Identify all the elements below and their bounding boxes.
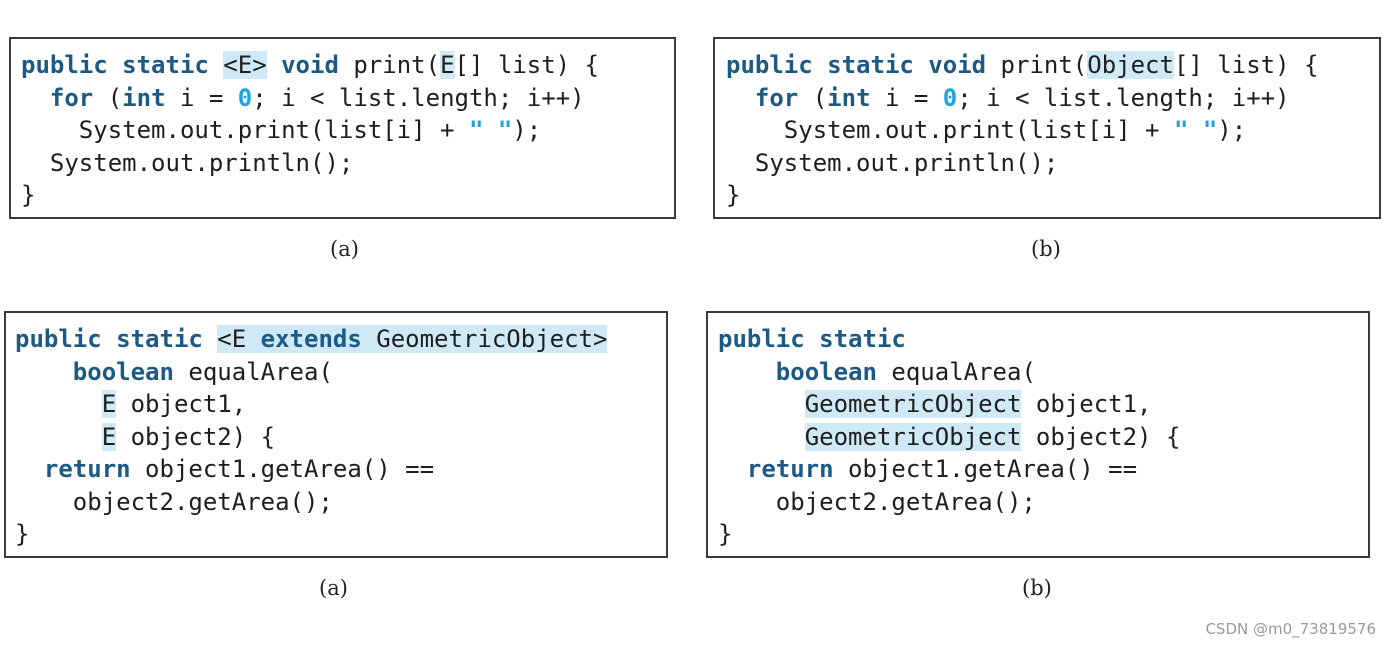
code-token: i = — [870, 83, 943, 112]
code-token: object2) { — [116, 422, 276, 451]
code-token: " " — [1173, 116, 1218, 144]
code-line: public static — [718, 323, 1368, 356]
code-highlight: GeometricObject — [804, 422, 1022, 451]
code-token: print( — [338, 51, 441, 79]
code-line: boolean equalArea( — [15, 356, 666, 389]
code-line: System.out.print(list[i] + " "); — [21, 114, 674, 147]
code-highlight: <E — [217, 325, 261, 353]
caption-top-a: (a) — [330, 237, 359, 261]
caption-bottom-a: (a) — [319, 576, 348, 600]
code-token: object1.getArea() == — [130, 455, 435, 483]
code-line: } — [726, 179, 1379, 212]
code-line: System.out.println(); — [21, 147, 674, 180]
code-token: 0 — [942, 83, 958, 112]
code-token: int — [122, 83, 166, 112]
code-highlight: E — [101, 422, 117, 451]
code-line: E object2) { — [15, 421, 666, 454]
code-token: equalArea( — [173, 357, 333, 386]
code-token: equalArea( — [876, 357, 1036, 386]
code-line: } — [718, 518, 1368, 551]
code-line: GeometricObject object2) { — [718, 421, 1368, 454]
code-token: " " — [468, 116, 513, 144]
code-token: object1.getArea() == — [833, 455, 1138, 483]
code-token: return — [43, 455, 131, 483]
code-token: object1, — [116, 390, 247, 418]
code-highlight: GeometricObject — [804, 390, 1022, 418]
code-token: } — [718, 520, 733, 548]
code-token: object2) { — [1021, 422, 1181, 451]
code-line: System.out.println(); — [726, 147, 1379, 180]
caption-top-b: (b) — [1031, 237, 1061, 261]
code-panel-top-b: public static void print(Object[] list) … — [713, 37, 1381, 219]
code-line: object2.getArea(); — [718, 486, 1368, 519]
code-line: public static <E extends GeometricObject… — [15, 323, 666, 356]
code-token: } — [726, 181, 741, 209]
code-line: } — [21, 179, 674, 212]
code-line: for (int i = 0; i < list.length; i++) — [21, 82, 674, 115]
code-token: System.out.println(); — [49, 148, 354, 177]
code-token: return — [746, 455, 834, 483]
code-token: ; i < list.length; i++) — [252, 83, 585, 112]
code-line: boolean equalArea( — [718, 356, 1368, 389]
code-token: public static — [718, 325, 906, 353]
code-line: return object1.getArea() == — [15, 453, 666, 486]
code-line: GeometricObject object1, — [718, 388, 1368, 421]
code-token: ( — [93, 83, 123, 112]
code-token: public static — [21, 51, 224, 79]
code-token: int — [827, 83, 871, 112]
code-token: System.out.print(list[i] + — [78, 116, 469, 144]
code-highlight: E — [440, 51, 455, 79]
code-highlight: GeometricObject> — [361, 325, 608, 353]
caption-bottom-b: (b) — [1022, 576, 1052, 600]
code-token: boolean — [72, 357, 174, 386]
watermark: CSDN @m0_73819576 — [1205, 620, 1376, 638]
code-token: 0 — [237, 83, 253, 112]
code-token: object1, — [1021, 390, 1152, 418]
code-highlight: <E> — [223, 51, 267, 79]
code-panel-top-a: public static <E> void print(E[] list) {… — [9, 37, 676, 219]
code-block: public static <E extends GeometricObject… — [6, 313, 666, 551]
code-block: public static void print(Object[] list) … — [715, 39, 1379, 212]
code-token: } — [15, 520, 30, 548]
code-token: [] list) { — [454, 51, 600, 79]
code-token: i = — [165, 83, 238, 112]
code-token: public static void — [726, 51, 987, 79]
code-token: System.out.println(); — [754, 148, 1059, 177]
code-highlight: Object — [1087, 51, 1174, 79]
code-highlight: E — [101, 390, 117, 418]
code-line: return object1.getArea() == — [718, 453, 1368, 486]
code-line: E object1, — [15, 388, 666, 421]
code-panel-bottom-b: public static boolean equalArea( Geometr… — [706, 311, 1370, 558]
code-token: boolean — [775, 357, 877, 386]
code-token: for — [754, 83, 799, 112]
code-token: object2.getArea(); — [775, 487, 1036, 516]
code-token: ); — [1217, 116, 1247, 144]
code-block: public static <E> void print(E[] list) {… — [11, 39, 674, 212]
code-token: print( — [986, 51, 1088, 79]
code-highlight: extends — [260, 325, 362, 353]
code-line: public static <E> void print(E[] list) { — [21, 49, 674, 82]
code-token: [] list) { — [1173, 51, 1319, 79]
code-line: object2.getArea(); — [15, 486, 666, 519]
code-token: System.out.print(list[i] + — [783, 116, 1174, 144]
code-line: } — [15, 518, 666, 551]
code-line: public static void print(Object[] list) … — [726, 49, 1379, 82]
code-token: } — [21, 181, 36, 209]
code-token: ; i < list.length; i++) — [957, 83, 1290, 112]
code-line: System.out.print(list[i] + " "); — [726, 114, 1379, 147]
code-token: object2.getArea(); — [72, 487, 333, 516]
code-token: ( — [798, 83, 828, 112]
code-block: public static boolean equalArea( Geometr… — [708, 313, 1368, 551]
code-token: public static — [15, 325, 218, 353]
code-token: void — [281, 51, 339, 79]
code-token: for — [49, 83, 94, 112]
code-panel-bottom-a: public static <E extends GeometricObject… — [4, 311, 668, 558]
code-token: ); — [512, 116, 542, 144]
code-line: for (int i = 0; i < list.length; i++) — [726, 82, 1379, 115]
